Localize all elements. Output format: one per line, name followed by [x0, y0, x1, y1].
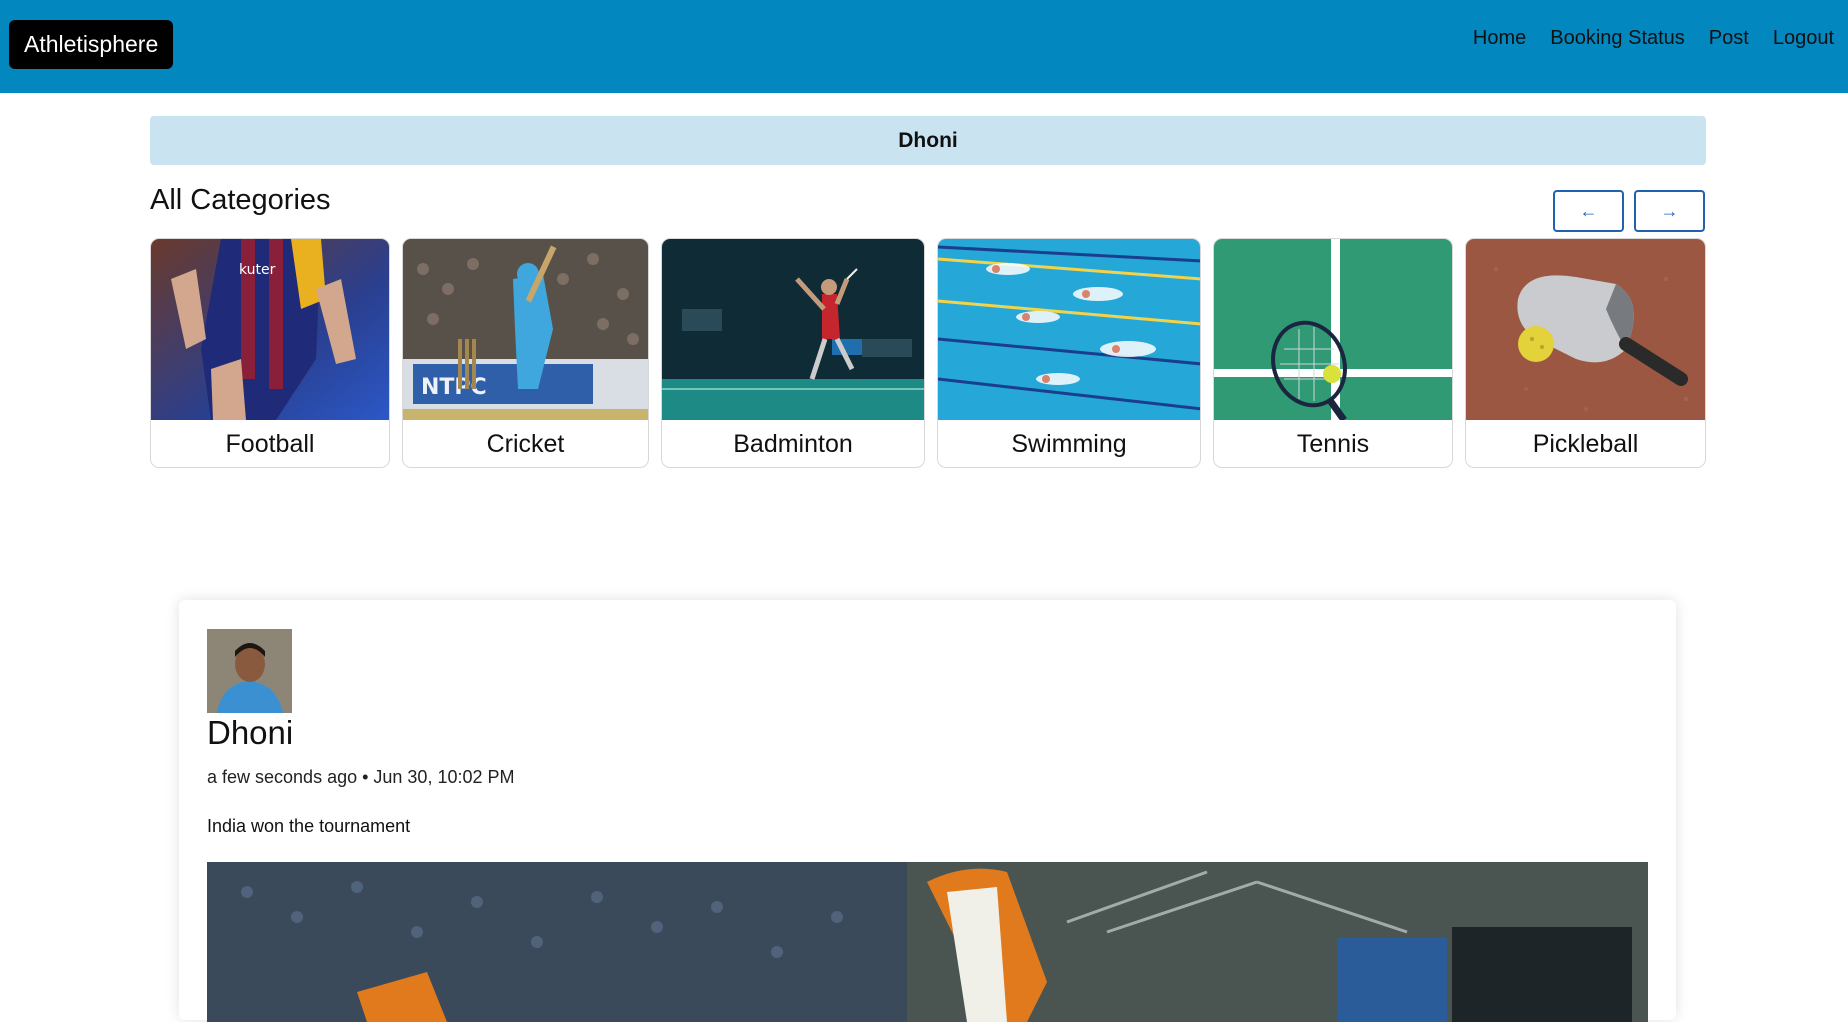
post-text: India won the tournament — [207, 816, 411, 836]
category-label: Swimming — [1011, 430, 1127, 458]
post-photo[interactable] — [207, 862, 1648, 1022]
author-avatar[interactable] — [207, 629, 292, 713]
swimming-photo — [938, 239, 1200, 420]
brand-logo[interactable]: Athletisphere — [9, 20, 174, 69]
category-card-cricket[interactable]: NTPC Cricket — [402, 238, 649, 468]
nav-booking-status-link[interactable]: Booking Status — [1550, 27, 1685, 50]
cricket-photo: NTPC — [403, 239, 648, 420]
tennis-photo — [1214, 239, 1452, 420]
post-timestamp: a few seconds ago • Jun 30, 10:02 PM — [207, 767, 515, 787]
category-card-tennis[interactable]: Tennis — [1213, 238, 1453, 468]
category-label: Football — [225, 430, 315, 458]
nav-logout-link[interactable]: Logout — [1773, 27, 1834, 50]
category-card-football[interactable]: kuter Football — [150, 238, 390, 468]
category-card-pickleball[interactable]: Pickleball — [1465, 238, 1706, 468]
category-label: Badminton — [733, 430, 853, 458]
svg-text:NTPC: NTPC — [421, 375, 487, 400]
category-label: Cricket — [486, 430, 565, 458]
football-photo: kuter — [151, 239, 389, 420]
nav-post-link[interactable]: Post — [1709, 27, 1749, 50]
post-card: Dhoni a few seconds ago • Jun 30, 10:02 … — [179, 600, 1676, 1022]
category-label: Pickleball — [1532, 430, 1639, 458]
svg-text:kuter: kuter — [239, 262, 276, 278]
categories-title: All Categories — [150, 184, 331, 216]
category-card-swimming[interactable]: Swimming — [937, 238, 1201, 468]
nav-links: Home Booking Status Post Logout — [1473, 27, 1834, 50]
nav-home-link[interactable]: Home — [1473, 27, 1526, 50]
pickleball-photo — [1466, 239, 1705, 420]
user-name-banner: Dhoni — [150, 116, 1706, 165]
badminton-photo — [662, 239, 924, 420]
next-button[interactable]: → — [1634, 190, 1705, 232]
previous-button[interactable]: ← — [1553, 190, 1624, 232]
category-label: Tennis — [1296, 430, 1370, 458]
category-card-badminton[interactable]: Badminton — [661, 238, 925, 468]
top-navbar: Athletisphere Home Booking Status Post L… — [0, 0, 1848, 93]
post-author-name[interactable]: Dhoni — [207, 714, 293, 752]
